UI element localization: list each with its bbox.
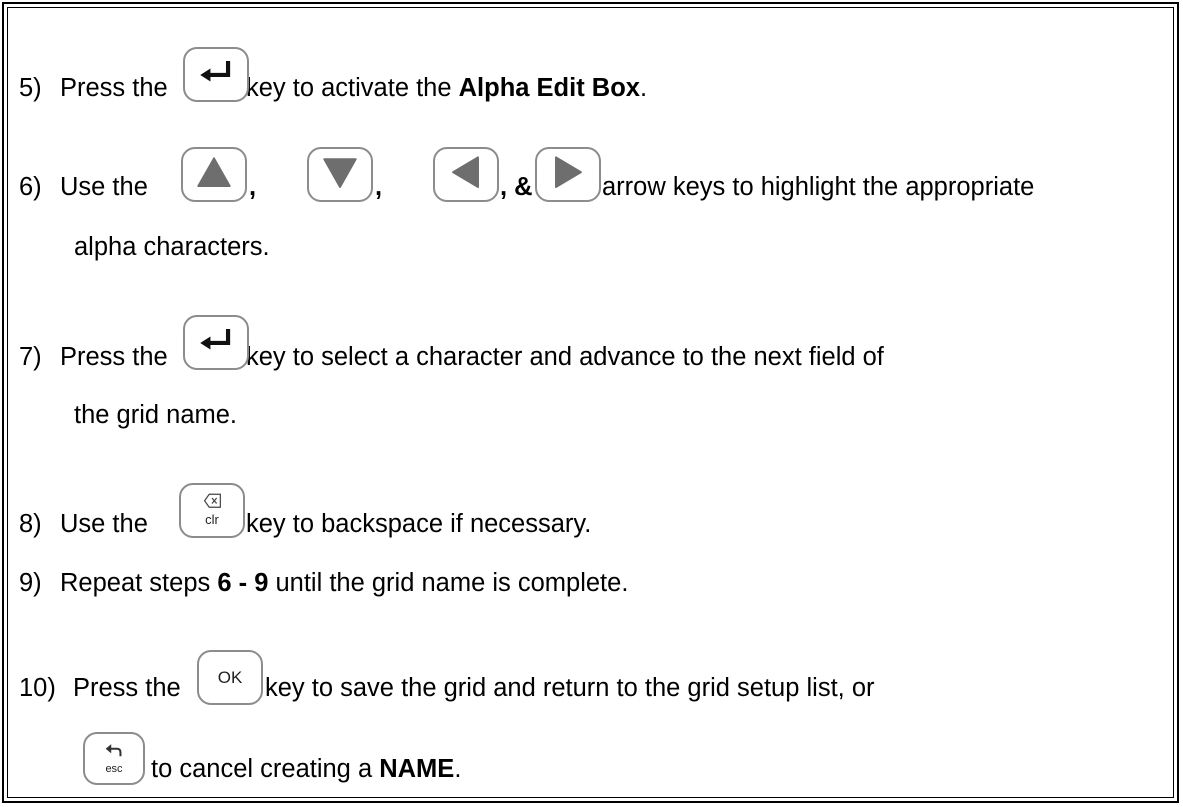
step-text: Repeat steps 6 - 9 until the grid name i… [60,569,629,597]
step-text-pre: Press the [60,343,168,371]
triangle-down-icon [323,158,357,188]
step-number: 8) [19,510,42,538]
step-text-pre: Use the [60,510,148,538]
right-arrow-key [535,147,601,202]
step-number: 5) [19,74,42,102]
step-number: 10) [19,674,56,702]
step-number: 7) [19,343,42,371]
step-text-post: arrow keys to highlight the appropriate [602,173,1035,201]
step-text-post: key to select a character and advance to… [246,343,884,371]
key-label: OK [217,668,243,687]
left-arrow-key [433,147,499,202]
separator: , [249,173,257,201]
step-text-post: key to backspace if necessary. [246,510,592,538]
separator: , [375,173,383,201]
return-arrow-icon [105,744,122,757]
down-arrow-key [307,147,373,202]
ok-key: OK [197,650,263,705]
triangle-right-icon [555,156,582,188]
backspace-icon [203,493,221,508]
esc-key: esc [83,732,145,785]
step-number: 9) [19,569,42,597]
key-label: esc [105,763,123,775]
step-text-pre: Press the [73,674,181,702]
triangle-up-icon [197,157,231,188]
enter-key [183,47,249,102]
step-text-cont: alpha characters. [74,233,270,261]
key-label: clr [205,512,219,527]
clr-key: clr [179,483,245,538]
step-text-pre: Use the [60,173,148,201]
step-text-post: key to activate the Alpha Edit Box. [246,74,648,102]
triangle-left-icon [452,156,479,188]
step-text-cont: to cancel creating a NAME. [151,755,462,783]
step-text-pre: Press the [60,74,168,102]
up-arrow-key [181,147,247,202]
separator: , & [500,173,533,201]
enter-arrow-icon [200,61,231,82]
step-text-post: key to save the grid and return to the g… [265,674,875,702]
enter-key [183,315,249,370]
step-text-cont: the grid name. [74,401,238,429]
enter-arrow-icon [200,329,231,350]
step-number: 6) [19,173,42,201]
